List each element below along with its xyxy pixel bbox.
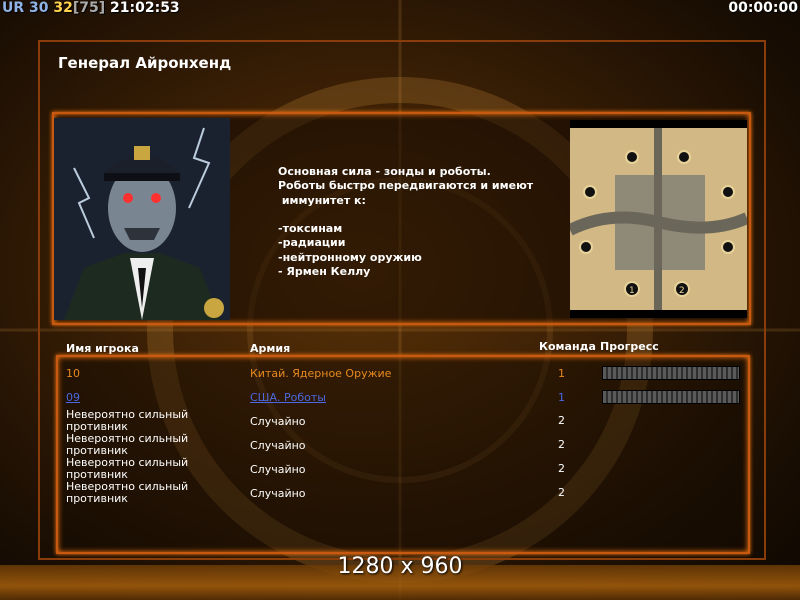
header-army: Армия	[250, 342, 291, 355]
player-team: 2	[558, 462, 565, 475]
progress-bar	[602, 390, 740, 404]
player-army: Случайно	[250, 487, 306, 500]
general-portrait	[54, 118, 230, 320]
player-team: 2	[558, 414, 565, 427]
hud-value-75: [75]	[72, 0, 106, 16]
hud-value-32: 32	[53, 0, 73, 16]
player-name: 10	[66, 367, 80, 380]
player-army: Китай. Ядерное Оружие	[250, 367, 392, 380]
resolution-label: 1280 x 960	[337, 554, 463, 579]
header-player-name: Имя игрока	[66, 342, 139, 355]
player-name: 09	[66, 391, 80, 404]
player-army: Случайно	[250, 415, 306, 428]
header-progress: Прогресс	[600, 340, 659, 353]
player-team: 2	[558, 486, 565, 499]
player-name: Невероятно сильный противник	[66, 457, 189, 481]
player-army: Случайно	[250, 463, 306, 476]
map-start-1: 1	[629, 286, 635, 296]
player-name: Невероятно сильный противник	[66, 481, 189, 505]
general-title: Генерал Айронхенд	[58, 54, 232, 72]
fps-overlay: UR 30 32[75] 21:02:53	[2, 0, 180, 16]
player-team: 2	[558, 438, 565, 451]
player-army: США. Роботы	[250, 391, 326, 404]
hud-value-30: 30	[29, 0, 49, 16]
hud-clock: 21:02:53	[110, 0, 180, 16]
player-army: Случайно	[250, 439, 306, 452]
map-preview: 1 2	[570, 120, 747, 318]
map-start-2: 2	[679, 286, 685, 296]
progress-bar	[602, 366, 740, 380]
player-team: 1	[558, 367, 565, 380]
hud-ur: UR	[2, 0, 25, 16]
player-team: 1	[558, 391, 565, 404]
player-name: Невероятно сильный противник	[66, 433, 189, 457]
player-name: Невероятно сильный противник	[66, 409, 189, 433]
header-team: Команда	[539, 340, 596, 353]
game-timer: 00:00:00	[728, 0, 798, 16]
general-description: Основная сила - зонды и роботы. Роботы б…	[278, 165, 534, 279]
